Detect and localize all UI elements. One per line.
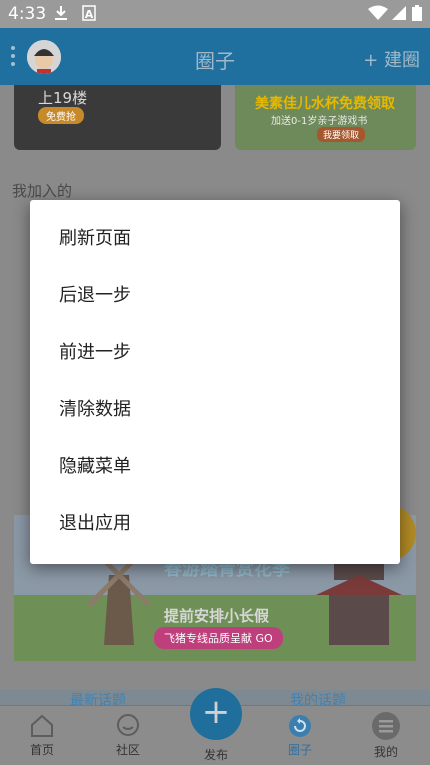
menu-item-hide-menu[interactable]: 隐藏菜单 <box>30 438 400 495</box>
menu-item-back[interactable]: 后退一步 <box>30 267 400 324</box>
menu-item-forward[interactable]: 前进一步 <box>30 324 400 381</box>
context-menu-dialog: 刷新页面 后退一步 前进一步 清除数据 隐藏菜单 退出应用 <box>30 200 400 564</box>
menu-item-refresh[interactable]: 刷新页面 <box>30 210 400 267</box>
menu-item-exit-app[interactable]: 退出应用 <box>30 495 400 552</box>
menu-item-clear-data[interactable]: 清除数据 <box>30 381 400 438</box>
